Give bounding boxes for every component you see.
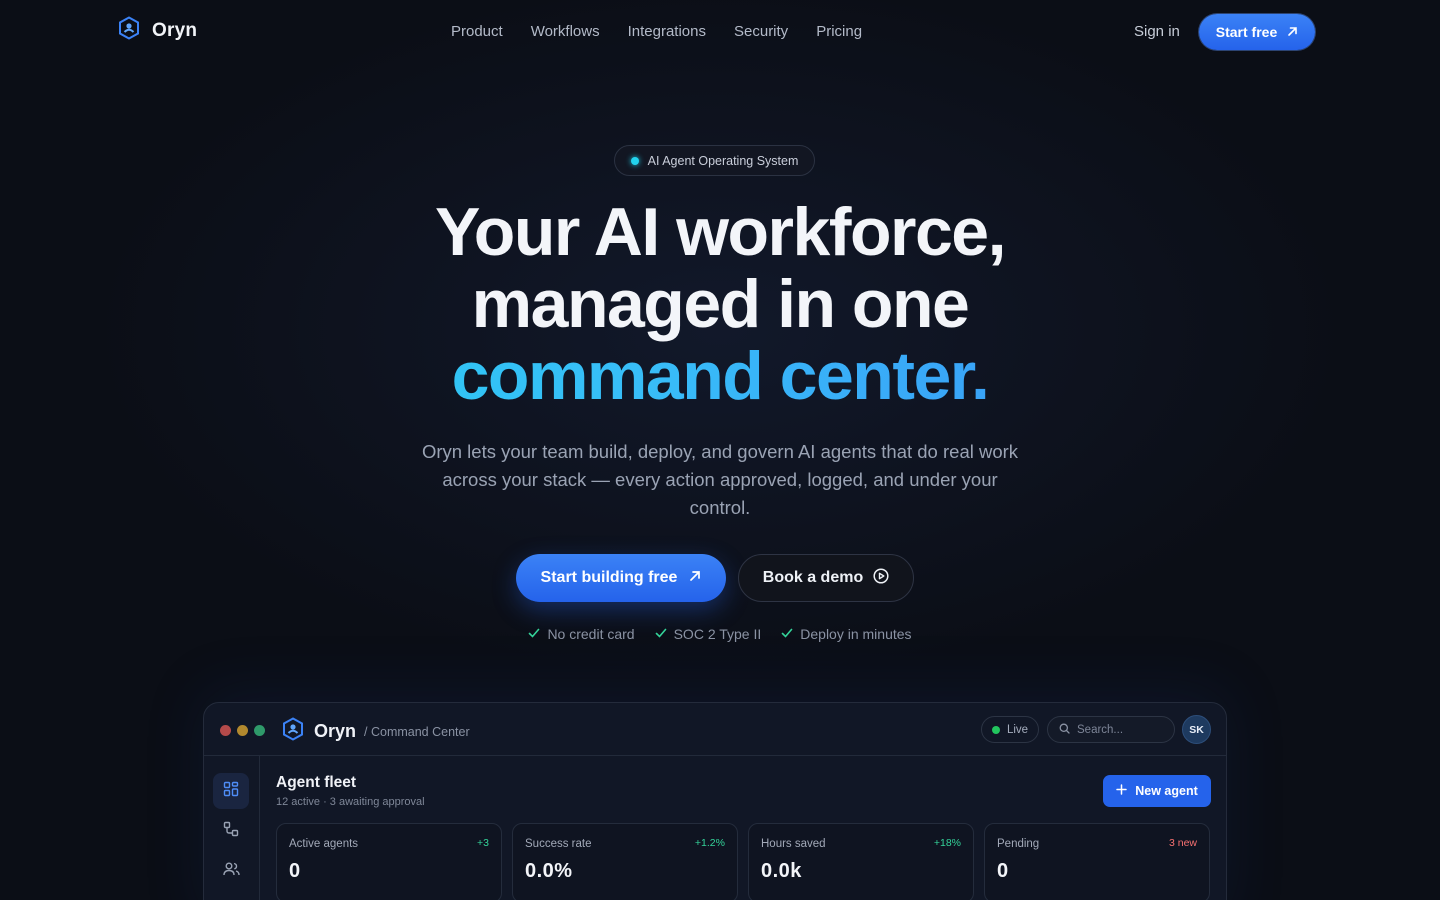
oryn-logo-icon: [282, 717, 304, 746]
breadcrumb: / Command Center: [364, 724, 470, 739]
workflow-icon: [223, 821, 239, 842]
search-icon: [1059, 723, 1070, 737]
brand-logo[interactable]: Oryn: [118, 16, 197, 45]
arrow-up-right-icon: [1287, 24, 1298, 40]
nav-link-workflows[interactable]: Workflows: [531, 23, 600, 40]
hero-badge: AI Agent Operating System: [614, 145, 815, 176]
search-placeholder: Search...: [1077, 723, 1124, 736]
app-brand: Oryn / Command Center: [282, 717, 470, 746]
play-circle-icon: [873, 567, 889, 589]
app-preview-window: Oryn / Command Center Live Search... SK: [203, 702, 1227, 900]
users-icon: [222, 861, 240, 882]
stat-delta: +3: [477, 837, 489, 849]
start-free-label: Start free: [1215, 24, 1278, 40]
nav-link-security[interactable]: Security: [734, 23, 788, 40]
new-agent-label: New agent: [1135, 784, 1198, 798]
headline-line-3: command center.: [0, 340, 1440, 412]
new-agent-button[interactable]: New agent: [1103, 775, 1211, 807]
close-dot-icon[interactable]: [220, 725, 231, 736]
hero-subtext: Oryn lets your team build, deploy, and g…: [421, 441, 1019, 518]
nav-link-product[interactable]: Product: [451, 23, 503, 40]
minimize-dot-icon[interactable]: [237, 725, 248, 736]
arrow-up-right-icon: [689, 569, 701, 587]
book-demo-button[interactable]: Book a demo: [738, 554, 914, 602]
live-status-badge: Live: [981, 716, 1039, 743]
stat-card-pending: Pending 3 new 0: [984, 823, 1210, 900]
check-item: No credit card: [528, 626, 635, 642]
app-header: Oryn / Command Center Live Search... SK: [204, 703, 1226, 756]
stat-value: 0: [289, 860, 301, 882]
hero-headline: Your AI workforce, managed in one comman…: [0, 196, 1440, 412]
headline-line-2: managed in one: [471, 266, 970, 342]
trust-checks: No credit card SOC 2 Type II Deploy in m…: [0, 626, 1440, 642]
nav-link-pricing[interactable]: Pricing: [816, 23, 862, 40]
stat-label: Success rate: [525, 838, 592, 850]
app-brand-name: Oryn: [314, 721, 357, 741]
check-item: Deploy in minutes: [781, 626, 912, 642]
stat-value: 0.0%: [525, 860, 573, 882]
sidebar-item-team[interactable]: [213, 853, 249, 889]
stat-value: 0.0k: [761, 860, 802, 882]
check-icon: [781, 626, 793, 642]
oryn-logo-icon: [118, 16, 140, 45]
window-controls: [220, 725, 265, 736]
book-demo-label: Book a demo: [762, 569, 864, 586]
section-subtitle: 12 active · 3 awaiting approval: [276, 796, 425, 808]
stat-delta: 3 new: [1168, 837, 1197, 849]
live-dot-icon: [991, 725, 1000, 734]
plus-icon: [1116, 784, 1127, 798]
sidebar-item-dashboard[interactable]: [213, 773, 249, 809]
sidebar-item-workflows[interactable]: [213, 813, 249, 849]
badge-label: AI Agent Operating System: [647, 153, 799, 168]
check-item: SOC 2 Type II: [655, 626, 762, 642]
check-icon: [655, 626, 667, 642]
check-label: No credit card: [547, 626, 635, 642]
stat-value: 0: [997, 860, 1009, 882]
start-free-button[interactable]: Start free: [1199, 14, 1315, 50]
top-nav: Oryn Product Workflows Integrations Secu…: [0, 0, 1440, 64]
stat-label: Active agents: [289, 838, 359, 850]
maximize-dot-icon[interactable]: [254, 725, 265, 736]
avatar[interactable]: SK: [1182, 715, 1211, 744]
stat-label: Pending: [997, 838, 1040, 850]
nav-link-integrations[interactable]: Integrations: [628, 23, 706, 40]
check-icon: [528, 626, 540, 642]
check-label: Deploy in minutes: [800, 626, 912, 642]
start-building-button[interactable]: Start building free: [516, 554, 726, 602]
app-sidebar: [204, 756, 260, 900]
brand-name: Oryn: [152, 19, 198, 41]
start-building-label: Start building free: [540, 569, 678, 586]
check-label: SOC 2 Type II: [673, 626, 762, 642]
live-label: Live: [1006, 723, 1029, 736]
stat-delta: +18%: [933, 837, 961, 849]
stat-label: Hours saved: [761, 838, 826, 850]
headline-line-1: Your AI workforce,: [435, 194, 1007, 270]
nav-links: Product Workflows Integrations Security …: [451, 23, 862, 40]
sign-in-link[interactable]: Sign in: [1134, 23, 1180, 40]
section-title: Agent fleet: [276, 774, 357, 791]
status-dot-icon: [630, 156, 639, 165]
grid-icon: [223, 781, 239, 802]
stat-card-active-agents: Active agents +3 0: [276, 823, 502, 900]
search-input[interactable]: Search...: [1047, 716, 1175, 743]
stat-card-hours-saved: Hours saved +18% 0.0k: [748, 823, 974, 900]
stat-card-success-rate: Success rate +1.2% 0.0%: [512, 823, 738, 900]
stat-delta: +1.2%: [694, 837, 725, 849]
